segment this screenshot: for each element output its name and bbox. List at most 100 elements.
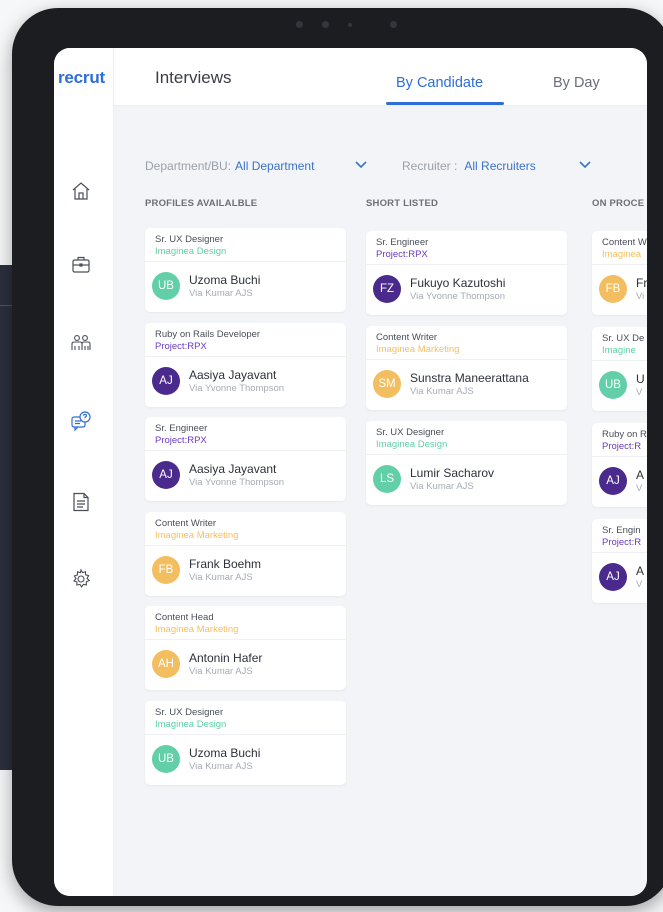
sidebar-item-candidates[interactable]	[70, 331, 92, 353]
avatar: AH	[152, 650, 180, 678]
project-label: Imaginea Marketing	[376, 344, 460, 355]
candidate-name: Frank Boehm	[189, 556, 262, 571]
referrer-text: Via Kumar AJS	[189, 666, 253, 677]
job-role: Sr. UX Designer	[155, 234, 224, 245]
job-role: Sr. Engineer	[376, 237, 429, 248]
briefcase-icon	[70, 253, 92, 275]
job-role: Ruby on Rails Developer	[155, 328, 261, 340]
app-screen: recrut Interviews By Candidate By Day De…	[54, 48, 647, 896]
candidate-name: Sunstra Maneerattana	[410, 371, 529, 385]
candidate-card[interactable]: Sr. Engineer Project:RPX AJ Aasiya Jayavant…	[145, 417, 346, 501]
candidate-name: Uzoma Buchi	[189, 273, 261, 287]
job-role: Content Writer	[376, 332, 438, 343]
sidebar-item-documents[interactable]	[70, 491, 92, 513]
department-filter-label: Department/BU:	[145, 159, 232, 173]
avatar: FB	[152, 555, 180, 584]
chevron-down-icon[interactable]	[578, 160, 592, 170]
tab-by-day[interactable]: By Day	[553, 75, 600, 91]
app-logo[interactable]: recrut	[58, 68, 105, 88]
candidate-card[interactable]: Content Writer Imaginea Marketing SM Sunstr…	[366, 326, 567, 410]
sidebar-item-home[interactable]	[70, 180, 92, 202]
avatar: AJ	[599, 467, 627, 495]
job-role: Sr. Engineer	[155, 423, 208, 434]
candidate-name: Uzoma Buchi	[189, 745, 261, 760]
sensor-dot	[348, 23, 352, 27]
job-role: Content W	[602, 237, 647, 248]
project-label: Imaginea Design	[155, 246, 227, 257]
job-role: Content Writer	[155, 517, 217, 529]
job-role: Ruby on R	[602, 429, 647, 440]
recruiter-filter-value: All Recruiters	[464, 159, 536, 173]
candidate-card[interactable]: Content W Imaginea FB Fr Vi	[592, 231, 647, 315]
candidate-card[interactable]: Sr. UX Designer Imaginea Design LS Lumir Sa…	[366, 421, 567, 505]
card-divider	[145, 261, 346, 262]
referrer-text: Via Kumar AJS	[410, 386, 474, 397]
referrer-text: V	[636, 579, 643, 590]
chat-question-icon	[70, 410, 92, 432]
job-role: Sr. UX Designer	[376, 427, 445, 438]
candidate-name: Aasiya Jayavant	[189, 367, 277, 382]
avatar: UB	[152, 744, 180, 773]
candidate-card[interactable]: Sr. Engin Project:R AJ A V	[592, 519, 647, 603]
gear-icon	[70, 568, 92, 590]
job-role: Sr. Engin	[602, 525, 641, 536]
project-label: Project:R	[602, 537, 642, 548]
avatar: AJ	[152, 461, 180, 489]
avatar: AJ	[152, 366, 180, 395]
sensor-dot	[390, 21, 397, 28]
people-icon	[70, 331, 92, 353]
project-label: Project:RPX	[155, 435, 207, 446]
candidate-card[interactable]: Content Head Imaginea Marketing AH Antonin …	[145, 606, 346, 690]
referrer-text: Via Kumar AJS	[410, 481, 474, 492]
referrer-text: Via Kumar AJS	[189, 288, 253, 299]
camera-lens	[322, 21, 329, 28]
avatar: FB	[599, 275, 627, 303]
candidate-card[interactable]: Ruby on R Project:R AJ A V	[592, 423, 647, 507]
card-divider	[145, 544, 346, 546]
card-divider	[145, 733, 346, 735]
candidate-card[interactable]: Sr. Engineer Project:RPX FZ Fukuyo Kazutosh…	[366, 231, 567, 315]
project-label: Project:RPX	[376, 249, 428, 260]
candidate-card[interactable]: Sr. UX Designer Imaginea Design UB Uzoma Bu…	[145, 700, 346, 785]
avatar: FZ	[373, 275, 401, 303]
card-divider	[366, 454, 567, 455]
candidate-card[interactable]: Sr. UX De Imagine UB U V	[592, 327, 647, 411]
candidate-name: Aasiya Jayavant	[189, 462, 277, 476]
recruiter-filter[interactable]: Recruiter : All Recruiters	[402, 159, 536, 173]
tablet-frame: recrut Interviews By Candidate By Day De…	[12, 8, 663, 906]
sidebar-item-interviews[interactable]	[70, 410, 92, 432]
project-label: Project:RPX	[155, 340, 207, 352]
department-filter[interactable]: Department/BU: All Department	[145, 159, 314, 173]
card-divider	[592, 456, 647, 457]
project-label: Imaginea Marketing	[155, 529, 239, 541]
page: recrut Interviews By Candidate By Day De…	[0, 0, 663, 912]
project-label: Imaginea Design	[155, 718, 227, 730]
column-header-on-process: ON PROCE	[592, 198, 645, 209]
candidate-card[interactable]: Content Writer Imaginea Marketing FB Frank …	[145, 511, 346, 596]
avatar: UB	[152, 272, 180, 300]
candidate-name: Lumir Sacharov	[410, 466, 495, 480]
page-title: Interviews	[155, 68, 232, 87]
chevron-down-icon[interactable]	[354, 160, 368, 170]
active-tab-indicator	[386, 102, 504, 105]
avatar: SM	[373, 370, 401, 398]
project-label: Project:R	[602, 441, 642, 452]
tab-by-candidate[interactable]: By Candidate	[396, 75, 483, 91]
candidate-card[interactable]: Sr. UX Designer Imaginea Design UB Uzoma Bu…	[145, 228, 346, 312]
candidate-name: U	[636, 372, 645, 386]
department-filter-value: All Department	[235, 159, 315, 173]
sidebar-item-jobs[interactable]	[70, 253, 92, 275]
referrer-text: V	[636, 483, 643, 494]
camera-bar	[292, 18, 402, 32]
avatar: UB	[599, 371, 627, 399]
referrer-text: Via Yvonne Thompson	[189, 477, 285, 488]
project-label: Imagine	[602, 345, 636, 356]
column-header-short-listed: SHORT LISTED	[366, 198, 439, 209]
job-role: Content Head	[155, 612, 214, 623]
candidate-card[interactable]: Ruby on Rails Developer Project:RPX AJ Aasi…	[145, 322, 346, 407]
sidebar-item-settings[interactable]	[70, 568, 92, 590]
referrer-text: Via Yvonne Thompson	[189, 382, 285, 394]
referrer-text: Via Kumar AJS	[189, 571, 253, 583]
column-header-profiles-available: PROFILES AVAILALBLE	[145, 198, 258, 209]
job-role: Sr. UX Designer	[155, 706, 224, 718]
